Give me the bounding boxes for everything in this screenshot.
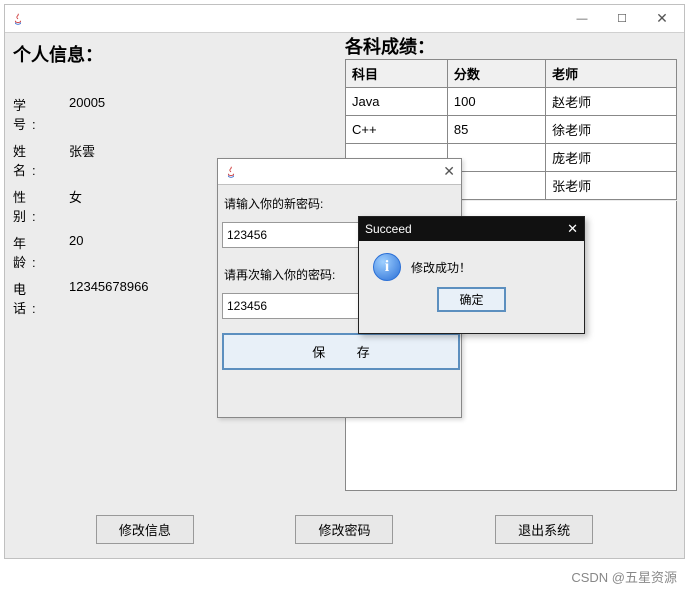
succeed-message: 修改成功！	[411, 259, 471, 276]
header-score: 分数	[447, 60, 545, 88]
cell-teacher: 庞老师	[546, 144, 677, 172]
info-icon: i	[373, 253, 401, 281]
gender-value: 女	[69, 187, 82, 225]
info-row-gender: 性 别: 女	[13, 187, 82, 225]
succeed-dialog-close-icon[interactable]: ✕	[567, 221, 578, 237]
close-button[interactable]: ✕	[642, 6, 682, 32]
cell-subject: C++	[346, 116, 448, 144]
cell-score: 100	[447, 88, 545, 116]
age-label: 年 龄:	[13, 233, 69, 271]
cell-score	[447, 172, 545, 200]
id-value: 20005	[69, 95, 105, 133]
table-header-row: 科目 分数 老师	[346, 60, 677, 88]
cell-score: 85	[447, 116, 545, 144]
table-row: C++ 85 徐老师	[346, 116, 677, 144]
save-password-button[interactable]: 保 存	[222, 333, 460, 370]
phone-value: 12345678966	[69, 279, 149, 317]
grades-title: 各科成绩：	[345, 33, 435, 59]
gender-label: 性 别:	[13, 187, 69, 225]
edit-password-button[interactable]: 修改密码	[295, 515, 393, 544]
password-dialog-close-icon[interactable]: ✕	[443, 163, 455, 180]
ok-button[interactable]: 确定	[437, 287, 505, 312]
succeed-title-text: Succeed	[365, 222, 412, 236]
java-icon	[224, 165, 238, 179]
info-row-phone: 电 话: 12345678966	[13, 279, 149, 317]
new-password-label: 请输入你的新密码:	[224, 195, 457, 212]
bottom-button-row: 修改信息 修改密码 退出系统	[5, 515, 684, 544]
cell-teacher: 张老师	[546, 172, 677, 200]
header-teacher: 老师	[546, 60, 677, 88]
id-label: 学 号:	[13, 95, 69, 133]
watermark: CSDN @五星资源	[571, 567, 677, 586]
personal-info-title: 个人信息：	[13, 41, 103, 67]
succeed-dialog-titlebar: Succeed ✕	[359, 217, 584, 241]
info-row-age: 年 龄: 20	[13, 233, 83, 271]
cell-score	[447, 144, 545, 172]
header-subject: 科目	[346, 60, 448, 88]
cell-subject: Java	[346, 88, 448, 116]
info-row-id: 学 号: 20005	[13, 95, 105, 133]
age-value: 20	[69, 233, 83, 271]
java-icon	[11, 12, 25, 26]
info-row-name: 姓 名: 张雲	[13, 141, 95, 179]
table-row: Java 100 赵老师	[346, 88, 677, 116]
main-titlebar: — ☐ ✕	[5, 5, 684, 33]
edit-info-button[interactable]: 修改信息	[96, 515, 194, 544]
minimize-button[interactable]: —	[562, 6, 602, 32]
cell-teacher: 徐老师	[546, 116, 677, 144]
exit-system-button[interactable]: 退出系统	[495, 515, 593, 544]
maximize-button[interactable]: ☐	[602, 6, 642, 32]
name-value: 张雲	[69, 141, 95, 179]
succeed-dialog: Succeed ✕ i 修改成功！ 确定	[358, 216, 585, 334]
phone-label: 电 话:	[13, 279, 69, 317]
name-label: 姓 名:	[13, 141, 69, 179]
password-dialog-titlebar: ✕	[218, 159, 461, 185]
cell-teacher: 赵老师	[546, 88, 677, 116]
